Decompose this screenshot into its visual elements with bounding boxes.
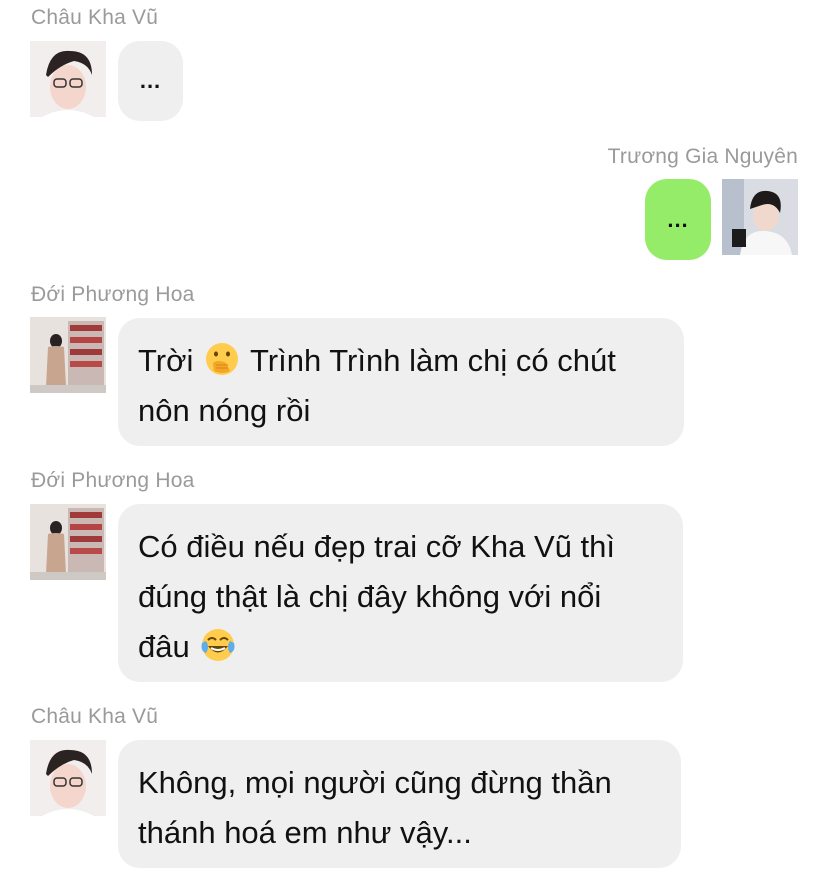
- avatar[interactable]: [722, 179, 798, 255]
- message-bubble[interactable]: ...: [645, 179, 711, 260]
- message-text: đâu: [138, 629, 190, 664]
- message-bubble[interactable]: Có điều nếu đẹp trai cỡ Kha Vũ thì đúng …: [118, 504, 683, 682]
- sender-name: Trương Gia Nguyên: [607, 145, 798, 168]
- message-bubble[interactable]: ...: [118, 41, 183, 121]
- message-text: nôn nóng rồi: [138, 393, 311, 428]
- sender-name: Châu Kha Vũ: [31, 705, 159, 728]
- sender-name: Đới Phương Hoa: [31, 469, 195, 492]
- face-with-hand-over-mouth-icon: [205, 343, 238, 375]
- message-text: Trình Trình làm chị có chút: [250, 343, 616, 378]
- message-text: Trời: [138, 343, 194, 378]
- face-with-tears-of-joy-icon: [201, 629, 235, 661]
- avatar[interactable]: [30, 317, 106, 393]
- message-bubble[interactable]: Trời Trình Trình làm chị có chút nôn nón…: [118, 318, 684, 446]
- message-text: thánh hoá em như vậy...: [138, 815, 472, 850]
- avatar[interactable]: [30, 740, 106, 816]
- chat-thread: Châu Kha Vũ ... Trương Gia Nguyên ... Đớ…: [0, 0, 828, 884]
- avatar[interactable]: [30, 504, 106, 580]
- avatar[interactable]: [30, 41, 106, 117]
- message-bubble[interactable]: Không, mọi người cũng đừng thần thánh ho…: [118, 740, 681, 868]
- message-text: Không, mọi người cũng đừng thần: [138, 765, 612, 800]
- sender-name: Châu Kha Vũ: [31, 6, 159, 29]
- message-text: Có điều nếu đẹp trai cỡ Kha Vũ thì: [138, 529, 616, 564]
- sender-name: Đới Phương Hoa: [31, 283, 195, 306]
- message-text: đúng thật là chị đây không với nổi: [138, 579, 602, 614]
